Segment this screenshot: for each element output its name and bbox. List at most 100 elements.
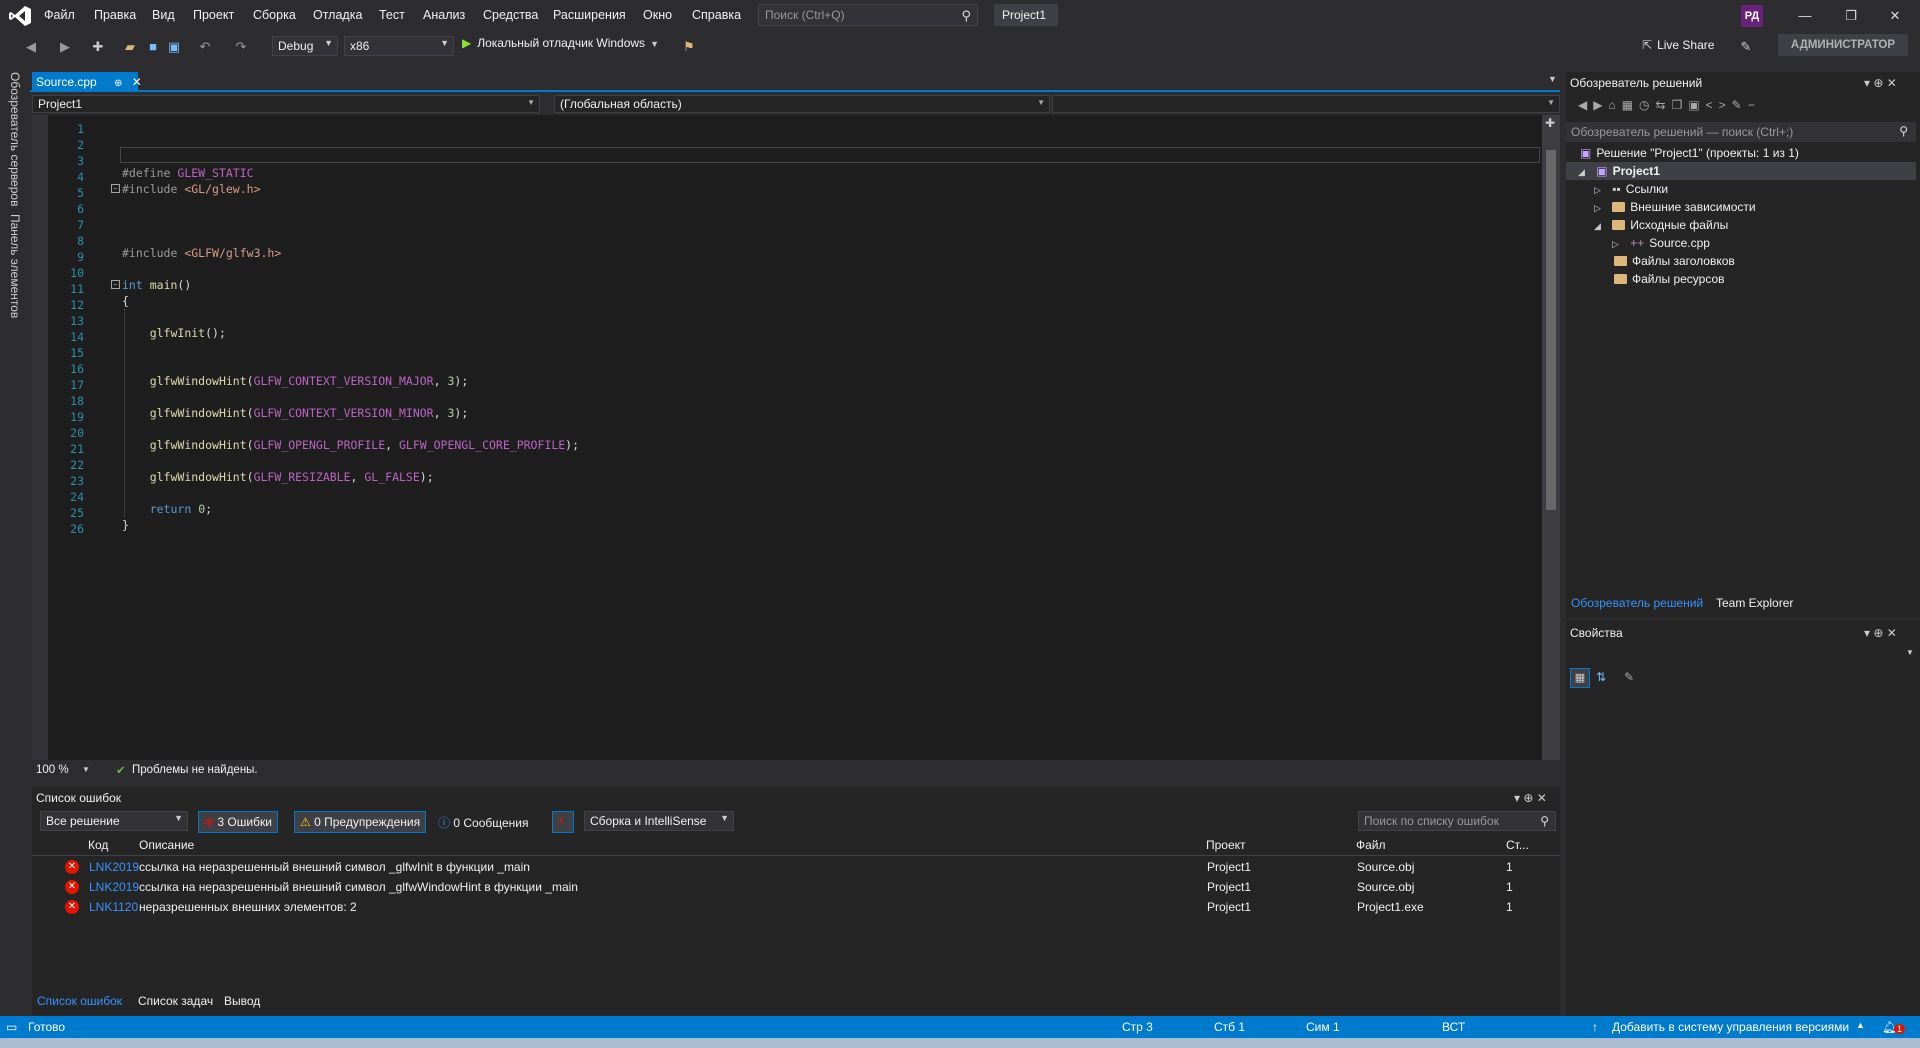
panel-options-icons[interactable]: ▾ ⊕ ✕	[1864, 626, 1897, 640]
pin-icon[interactable]: ⊕	[114, 78, 122, 89]
scrollbar-thumb[interactable]	[1546, 150, 1556, 510]
tab-error-list[interactable]: Список ошибок	[37, 994, 122, 1008]
collapse-icon[interactable]: −	[111, 184, 120, 193]
error-code-link[interactable]: LNK2019	[89, 880, 139, 894]
menu-help[interactable]: Справка	[692, 8, 741, 24]
tab-output[interactable]: Вывод	[224, 994, 260, 1008]
menu-window[interactable]: Окно	[643, 8, 672, 24]
nav-scope-select[interactable]: (Глобальная область) ▼	[554, 95, 1050, 113]
tree-resource-files[interactable]: Файлы ресурсов	[1614, 272, 1725, 290]
error-code-link[interactable]: LNK2019	[89, 860, 139, 874]
build-intellisense-filter-icon[interactable]: ⚡	[552, 811, 574, 833]
toolbox-tab[interactable]: Панель элементов	[8, 214, 22, 318]
error-code-link[interactable]: LNK1120	[89, 900, 138, 914]
restore-icon[interactable]: ❐	[1832, 4, 1870, 28]
collapse-icon[interactable]: −	[111, 280, 120, 289]
forward-icon[interactable]: ▶	[58, 38, 72, 56]
problems-status[interactable]: Проблемы не найдены.	[132, 764, 258, 776]
error-file: Project1.exe	[1357, 900, 1424, 914]
quick-search-input[interactable]: Поиск (Ctrl+Q) ⚲	[758, 4, 978, 26]
code-line-19: glfwWindowHint(GLFW_CONTEXT_VERSION_MINO…	[149, 406, 469, 420]
zoom-select[interactable]: 100 %	[36, 764, 69, 776]
minimize-icon[interactable]: —	[1786, 4, 1824, 28]
warnings-filter-button[interactable]: ⚠ 0 Предупреждения	[294, 811, 427, 833]
nav-project-select[interactable]: Project1 ▼	[32, 95, 540, 113]
column-project[interactable]: Проект	[1206, 838, 1246, 854]
undo-icon[interactable]: ↶	[198, 38, 212, 56]
menu-debug[interactable]: Отладка	[313, 8, 362, 24]
chevron-up-icon[interactable]: ▲	[1856, 1020, 1865, 1030]
code-line-11: int main()	[122, 278, 192, 292]
new-project-icon[interactable]: ✚	[90, 38, 106, 56]
collapsed-icon: ▷	[1594, 185, 1601, 195]
menu-analyze[interactable]: Анализ	[423, 8, 465, 24]
attach-icon[interactable]: ⚑	[680, 38, 698, 56]
column-file[interactable]: Файл	[1356, 838, 1386, 854]
chevron-down-icon[interactable]: ▼	[1548, 74, 1557, 84]
tree-source-files[interactable]: ◢ Исходные файлы	[1594, 218, 1728, 236]
expanded-icon: ◢	[1594, 221, 1601, 231]
code-line-5: #include <GL/glew.h>	[122, 182, 261, 196]
error-source-select[interactable]: Сборка и IntelliSense ▼	[584, 811, 734, 831]
errors-filter-button[interactable]: ⊗ 3 Ошибки	[198, 811, 278, 833]
property-pages-icon[interactable]: ✎	[1624, 670, 1634, 684]
panel-options-icons[interactable]: ▾ ⊕ ✕	[1514, 791, 1547, 805]
back-icon[interactable]: ◀	[24, 38, 38, 56]
tree-project[interactable]: ◢ ▣ Project1	[1578, 164, 1660, 182]
tree-external-deps[interactable]: ▷ Внешние зависимости	[1594, 200, 1756, 218]
menu-extensions[interactable]: Расширения	[553, 8, 626, 24]
column-description[interactable]: Описание	[139, 838, 194, 854]
column-line[interactable]: Ст...	[1506, 838, 1529, 854]
close-icon[interactable]: ✕	[132, 75, 142, 89]
avatar[interactable]: РД	[1741, 5, 1763, 27]
platform-select[interactable]: x86 ▼	[344, 36, 454, 56]
open-folder-icon[interactable]: ▰	[122, 38, 138, 56]
messages-filter-button[interactable]: ⓘ 0 Сообщения	[438, 814, 529, 831]
tree-source-cpp[interactable]: ▷ ++ Source.cpp	[1612, 236, 1710, 254]
save-all-icon[interactable]: ▣	[166, 38, 182, 56]
upload-icon: ↑	[1592, 1020, 1598, 1034]
tab-solution-explorer[interactable]: Обозреватель решений	[1571, 596, 1703, 610]
chevron-down-icon[interactable]: ▼	[1906, 648, 1914, 657]
start-debugging-button[interactable]: ▶ Локальный отладчик Windows ▼	[462, 36, 659, 56]
menu-project[interactable]: Проект	[193, 8, 234, 24]
menu-tools[interactable]: Средства	[483, 8, 538, 24]
error-row[interactable]: ✕ LNK1120 неразрешенных внешних элементо…	[32, 897, 1560, 917]
solution-search-input[interactable]: Обозреватель решений — поиск (Ctrl+;) ⚲	[1566, 122, 1916, 142]
menu-view[interactable]: Вид	[152, 8, 175, 24]
alphabetical-icon[interactable]: ⇅	[1596, 670, 1606, 684]
save-icon[interactable]: ■	[146, 38, 160, 56]
menu-test[interactable]: Тест	[379, 8, 405, 24]
error-row[interactable]: ✕ LNK2019 ссылка на неразрешенный внешни…	[32, 877, 1560, 897]
nav-member-select[interactable]: ▼	[1052, 95, 1560, 113]
live-share-button[interactable]: ⇱ Live Share	[1642, 38, 1714, 52]
tab-task-list[interactable]: Список задач	[138, 994, 213, 1008]
tree-source-cpp-label: Source.cpp	[1649, 236, 1710, 250]
solution-explorer-toolbar-icons[interactable]: ◀▶⌂▦◷⇆❐▣<>✎−	[1578, 98, 1761, 112]
categorized-icon[interactable]: ▦	[1570, 668, 1590, 688]
chevron-down-icon[interactable]: ▼	[82, 765, 90, 774]
panel-options-icons[interactable]: ▾ ⊕ ✕	[1864, 76, 1897, 90]
tree-references[interactable]: ▷ ▪▪ Ссылки	[1594, 182, 1668, 200]
close-window-icon[interactable]: ✕	[1876, 4, 1914, 28]
admin-badge[interactable]: АДМИНИСТРАТОР	[1778, 34, 1908, 56]
menu-build[interactable]: Сборка	[253, 8, 296, 24]
tree-solution-root[interactable]: ▣ Решение "Project1" (проекты: 1 из 1)	[1580, 146, 1799, 164]
server-explorer-tab[interactable]: Обозреватель серверов	[8, 72, 22, 206]
split-icon[interactable]: ✚	[1545, 116, 1555, 130]
tab-source-cpp[interactable]: Source.cpp ⊕ ✕	[32, 72, 142, 92]
error-file: Source.obj	[1357, 860, 1415, 874]
error-scope-select[interactable]: Все решение ▼	[40, 811, 188, 831]
error-row[interactable]: ✕ LNK2019 ссылка на неразрешенный внешни…	[32, 857, 1560, 877]
tab-team-explorer[interactable]: Team Explorer	[1716, 596, 1793, 610]
menu-file[interactable]: Файл	[44, 8, 75, 24]
error-search-input[interactable]: Поиск по списку ошибок ⚲	[1358, 811, 1556, 831]
redo-icon[interactable]: ↷	[234, 38, 248, 56]
tree-header-files[interactable]: Файлы заголовков	[1614, 254, 1735, 272]
feedback-icon[interactable]: ✎	[1738, 38, 1754, 56]
add-to-source-control-button[interactable]: Добавить в систему управления версиями	[1612, 1020, 1849, 1034]
column-code[interactable]: Код	[88, 838, 108, 854]
configuration-select[interactable]: Debug ▼	[272, 36, 338, 56]
line-number: 3	[77, 154, 84, 168]
menu-edit[interactable]: Правка	[94, 8, 136, 24]
